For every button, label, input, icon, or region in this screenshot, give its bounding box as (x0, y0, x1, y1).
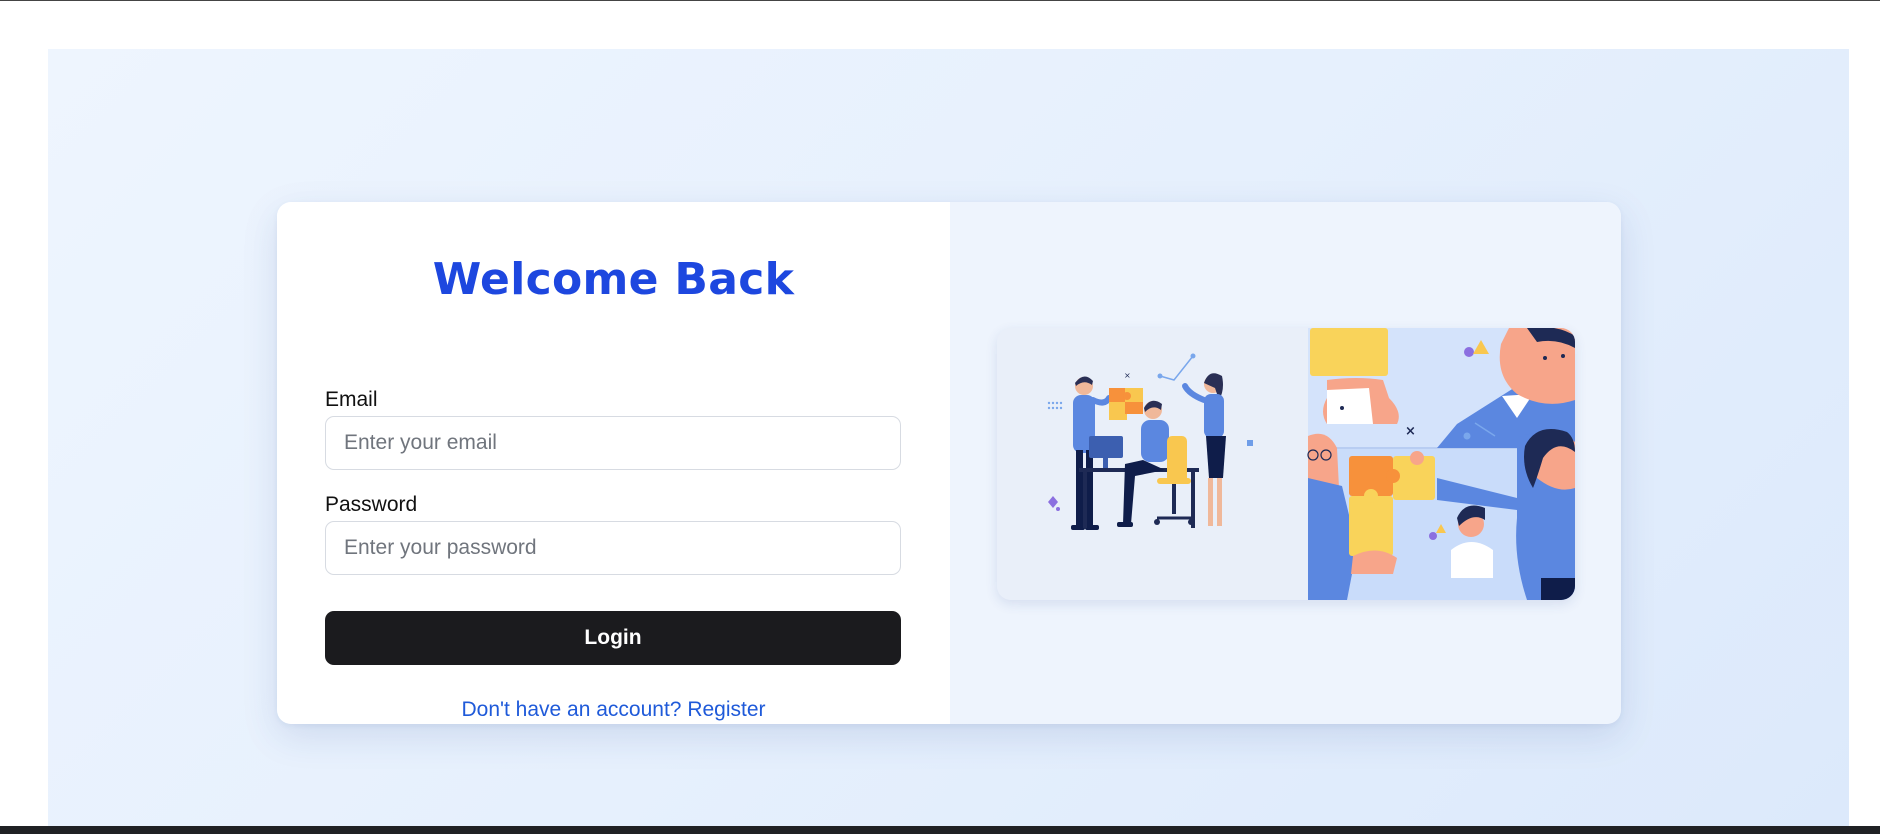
login-card: Welcome Back Email Password Login Don't … (277, 202, 1621, 724)
login-button[interactable]: Login (325, 611, 901, 665)
email-label: Email (325, 388, 378, 411)
email-input[interactable] (325, 416, 901, 470)
login-form-pane: Welcome Back Email Password Login Don't … (277, 202, 950, 724)
page-title: Welcome Back (432, 254, 795, 305)
password-label: Password (325, 493, 418, 516)
svg-text:×: × (1124, 371, 1131, 380)
window-bottom-border (0, 826, 1880, 834)
window-top-border (0, 0, 1880, 1)
illustration-pane: × × (950, 202, 1621, 724)
teamwork-puzzle-illustration: × × (997, 328, 1575, 600)
password-input[interactable] (325, 521, 901, 575)
page-background: Welcome Back Email Password Login Don't … (48, 49, 1849, 826)
svg-text:×: × (1405, 424, 1416, 439)
register-link[interactable]: Don't have an account? Register (277, 698, 950, 722)
